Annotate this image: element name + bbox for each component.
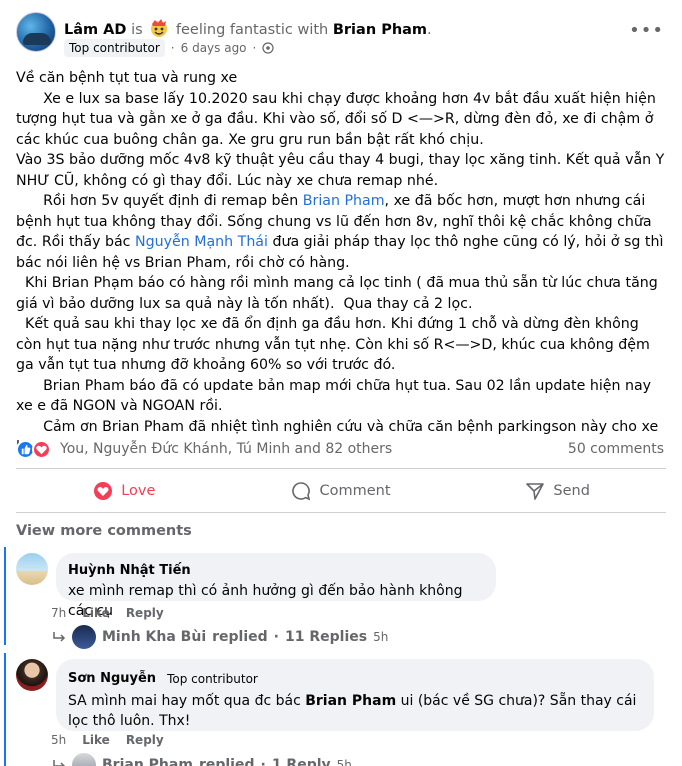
post-paragraph: Khi Brian Phạm báo có hàng rồi mình mang… <box>16 275 663 312</box>
tagged-name[interactable]: Brian Pham <box>333 22 427 38</box>
more-options-icon[interactable]: ••• <box>629 20 664 41</box>
comment-time[interactable]: 5h <box>51 733 66 747</box>
comment-actions: 5h Like Reply <box>51 733 164 747</box>
fantastic-emoji-icon <box>151 19 168 37</box>
mention-link[interactable]: Brian Pham <box>303 193 385 209</box>
feeling-text: feeling fantastic with <box>175 22 329 38</box>
like-link[interactable]: Like <box>82 606 110 620</box>
replies-link[interactable]: Brian Pham replied · 1 Reply 5h <box>52 753 352 766</box>
thread-line <box>4 547 6 645</box>
post-time[interactable]: 6 days ago <box>181 41 247 55</box>
replies-count: 11 Replies <box>285 629 368 645</box>
replies-count: 1 Reply <box>271 757 331 766</box>
divider <box>16 512 666 513</box>
commenter-avatar[interactable] <box>16 553 48 585</box>
mention-link[interactable]: Nguyễn Mạnh Thái <box>135 234 268 250</box>
comments-count[interactable]: 50 comments <box>568 441 664 457</box>
author-avatar[interactable] <box>16 12 56 52</box>
commenter-name[interactable]: Sơn Nguyễn <box>68 669 156 689</box>
comment-text: SA mình mai hay mốt qua đc bác Brian Pha… <box>68 691 642 731</box>
replied-word: replied <box>198 757 255 766</box>
divider <box>16 468 666 469</box>
replier-avatar <box>72 625 96 649</box>
top-contributor-badge: Top contributor <box>64 39 165 57</box>
comment-bubble: Sơn Nguyễn Top contributor SA mình mai h… <box>56 659 654 731</box>
reactions-bar: You, Nguyễn Đức Khánh, Tú Minh and 82 ot… <box>16 439 666 461</box>
commenter-avatar[interactable] <box>16 659 48 691</box>
post-paragraph: Vào 3S bảo dưỡng mốc 4v8 kỹ thuật yêu cầ… <box>16 152 669 189</box>
replied-word: replied <box>212 629 268 645</box>
comment-button[interactable]: Comment <box>233 476 450 506</box>
meta-dot: · <box>170 41 175 55</box>
post-body: Về căn bệnh tụt tua và rung xe Xe e lux … <box>16 68 666 458</box>
reply-arrow-icon <box>53 760 66 766</box>
send-label: Send <box>553 483 590 499</box>
love-reaction-icon <box>32 440 51 459</box>
post-paragraph: Rồi hơn 5v quyết định đi remap bên Brian… <box>16 191 666 273</box>
reply-link[interactable]: Reply <box>126 606 164 620</box>
comment-icon <box>292 482 311 501</box>
comment-label: Comment <box>319 483 391 499</box>
thread-line <box>4 653 6 766</box>
comment-time[interactable]: 7h <box>51 606 66 620</box>
replies-link[interactable]: Minh Kha Bùi replied · 11 Replies 5h <box>52 625 388 649</box>
post-paragraph: Brian Pham báo đã có update bản map mới … <box>16 377 656 415</box>
post-paragraph: Về căn bệnh tụt tua và rung xe <box>16 70 238 86</box>
paragraph-text: Rồi hơn 5v quyết định đi remap bên <box>16 193 303 209</box>
comment-bubble: Huỳnh Nhật Tiến xe mình remap thì có ảnh… <box>56 553 496 619</box>
reply-arrow-icon <box>53 632 66 642</box>
send-button[interactable]: Send <box>449 476 666 506</box>
love-button[interactable]: Love <box>16 476 233 506</box>
commenter-name-row: Sơn Nguyễn Top contributor <box>68 667 642 691</box>
mention-name[interactable]: Brian Pham <box>305 693 396 709</box>
reply-link[interactable]: Reply <box>126 733 164 747</box>
audience-globe-icon <box>262 42 274 54</box>
love-label: Love <box>121 483 156 499</box>
top-contributor-badge: Top contributor <box>162 667 263 691</box>
comment-text-part: SA mình mai hay mốt qua đc bác <box>68 693 306 709</box>
replier-name: Minh Kha Bùi <box>102 629 207 645</box>
send-icon <box>526 483 545 500</box>
reaction-icons[interactable] <box>16 440 56 460</box>
is-word: is <box>131 22 143 38</box>
replies-dot: · <box>273 629 279 645</box>
post-header: Lâm AD is feeling fantastic with Brian P… <box>16 12 666 62</box>
post-paragraph: Kết quả sau khi thay lọc xe đã ổn định g… <box>16 316 655 373</box>
like-link[interactable]: Like <box>82 733 110 747</box>
replies-dot: · <box>260 757 266 766</box>
reactions-summary[interactable]: You, Nguyễn Đức Khánh, Tú Minh and 82 ot… <box>60 441 392 457</box>
post-actions: Love Comment Send <box>16 476 666 506</box>
replies-time: 5h <box>336 758 352 766</box>
tagged-suffix: . <box>427 22 432 38</box>
replier-name: Brian Pham <box>102 757 193 766</box>
commenter-name[interactable]: Huỳnh Nhật Tiến <box>68 561 484 581</box>
author-line: Lâm AD is feeling fantastic with Brian P… <box>64 18 432 38</box>
post-meta: Top contributor · 6 days ago · <box>64 39 274 57</box>
meta-dot: · <box>252 41 257 55</box>
love-icon <box>94 482 113 500</box>
author-name[interactable]: Lâm AD <box>64 22 126 38</box>
comment-actions: 7h Like Reply <box>51 606 164 620</box>
replier-avatar <box>72 753 96 766</box>
post-paragraph: Xe e lux sa base lấy 10.2020 sau khi chạ… <box>16 90 661 148</box>
view-more-comments[interactable]: View more comments <box>16 523 192 539</box>
replies-time: 5h <box>373 630 389 644</box>
